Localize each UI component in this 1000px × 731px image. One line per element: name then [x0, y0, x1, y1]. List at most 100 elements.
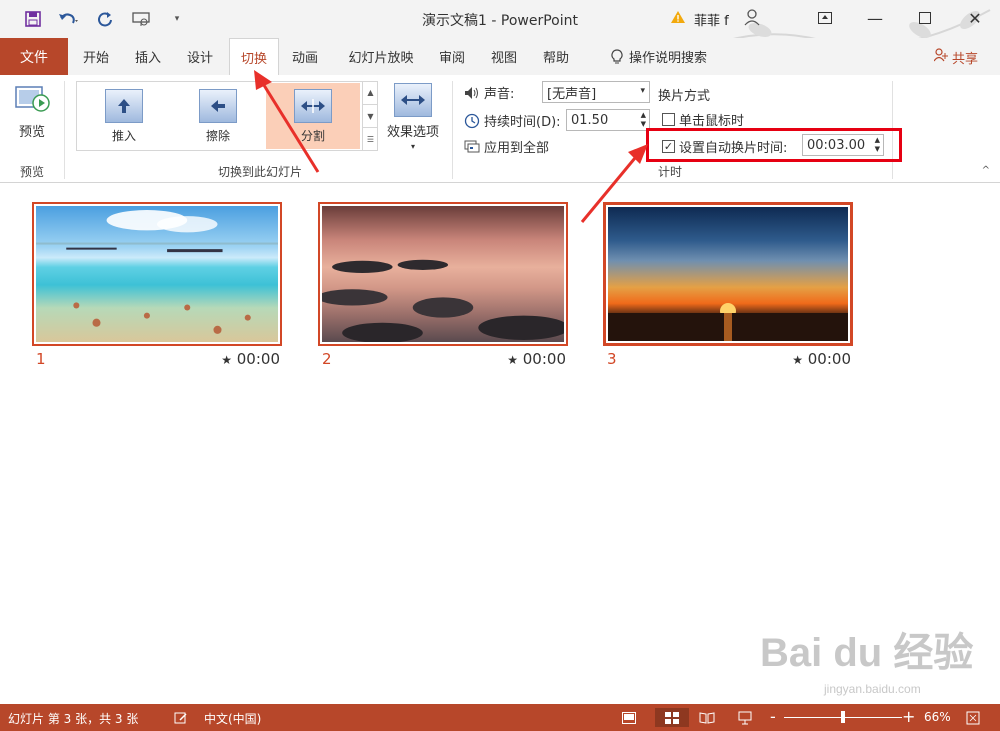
slide-frame[interactable] — [318, 202, 568, 346]
duration-stepper[interactable]: ▲ ▼ — [641, 111, 646, 129]
transition-wipe[interactable]: 擦除 — [190, 89, 246, 144]
tab-animations[interactable]: 动画 — [283, 38, 327, 75]
slide-thumbnail-selected[interactable]: 3 ★ 00:00 — [603, 202, 853, 370]
slide-frame[interactable] — [603, 202, 853, 346]
push-icon — [105, 89, 143, 123]
tab-review[interactable]: 审阅 — [432, 38, 472, 75]
transition-push-label: 推入 — [111, 129, 136, 143]
slide-number: 1 — [36, 350, 46, 368]
on-click-label: 单击鼠标时 — [679, 114, 745, 129]
user-name[interactable]: 菲菲 f — [694, 10, 729, 29]
tell-me-label: 操作说明搜索 — [628, 51, 707, 66]
tab-home[interactable]: 开始 — [74, 38, 118, 75]
tab-slideshow[interactable]: 幻灯片放映 — [336, 38, 426, 75]
preview-button-label: 预览 — [18, 125, 45, 140]
share-label: 共享 — [951, 52, 978, 67]
effect-options-button[interactable]: 效果选项 ▾ — [382, 83, 444, 151]
slide-frame[interactable] — [32, 202, 282, 346]
ribbon-display-icon[interactable] — [800, 0, 850, 36]
tab-design[interactable]: 设计 — [178, 38, 222, 75]
title-bar: ▾ 演示文稿1 - PowerPoint 菲菲 f — ✕ — [0, 0, 1000, 71]
group-separator — [452, 81, 453, 179]
slide-number: 2 — [322, 350, 332, 368]
slide-time: 00:00 — [807, 350, 851, 368]
avatar-icon[interactable] — [743, 8, 761, 30]
sound-label-row: 声音: — [464, 83, 514, 102]
preview-button[interactable]: 预览 — [10, 83, 54, 140]
zoom-out-button[interactable]: - — [770, 707, 776, 726]
slide-thumbnail[interactable]: 1 ★ 00:00 — [32, 202, 282, 370]
zoom-slider-thumb[interactable] — [841, 711, 845, 723]
user-area: 菲菲 f — [670, 8, 761, 30]
person-add-icon — [933, 48, 948, 62]
slide-timing: ★ 00:00 — [221, 350, 280, 368]
tab-help[interactable]: 帮助 — [536, 38, 576, 75]
highlight-box — [646, 128, 902, 162]
tab-view[interactable]: 视图 — [484, 38, 524, 75]
on-click-checkbox[interactable] — [662, 113, 675, 126]
slide-image-sunset — [608, 207, 848, 341]
chevron-down-icon: ▾ — [640, 86, 645, 96]
apply-all-button[interactable]: 应用到全部 — [464, 137, 549, 156]
slide-timing: ★ 00:00 — [507, 350, 566, 368]
transition-split[interactable]: 分割 — [266, 83, 360, 149]
language-status[interactable]: 中文(中国) — [204, 710, 261, 727]
slide-timing: ★ 00:00 — [792, 350, 851, 368]
window-controls: — ✕ — [800, 0, 1000, 36]
slide-image-rocks — [322, 206, 564, 342]
transitions-group-label: 切换到此幻灯片 — [217, 165, 302, 179]
slide-thumbnail[interactable]: 2 ★ 00:00 — [318, 202, 568, 370]
collapse-ribbon-icon[interactable]: ^ — [982, 165, 990, 176]
fit-to-window-icon[interactable] — [962, 708, 984, 727]
normal-view-icon[interactable] — [618, 708, 640, 727]
apply-all-label: 应用到全部 — [484, 141, 550, 156]
tab-file[interactable]: 文件 — [0, 38, 68, 75]
gallery-more[interactable]: ☰ — [363, 128, 378, 151]
notes-icon[interactable] — [170, 708, 192, 727]
slideshow-view-icon[interactable] — [734, 708, 756, 727]
preview-icon — [15, 86, 50, 112]
ribbon-tabs: 文件 开始 插入 设计 切换 动画 幻灯片放映 审阅 视图 帮助 操作说明搜索 … — [0, 38, 1000, 75]
transition-wipe-label: 擦除 — [205, 129, 230, 143]
minimize-button[interactable]: — — [850, 0, 900, 36]
preview-group-label: 预览 — [19, 165, 44, 179]
effect-options-label: 效果选项 — [386, 125, 439, 140]
warning-icon[interactable] — [670, 10, 686, 28]
duration-input[interactable]: 01.50 ▲ ▼ — [566, 109, 650, 131]
star-icon: ★ — [792, 353, 803, 367]
slide-number: 3 — [607, 350, 617, 368]
on-click-option[interactable]: 单击鼠标时 — [662, 110, 744, 129]
duration-value: 01.50 — [571, 112, 609, 128]
tab-insert[interactable]: 插入 — [126, 38, 170, 75]
zoom-level[interactable]: 66% — [924, 710, 951, 724]
sound-dropdown[interactable]: [无声音] ▾ — [542, 81, 650, 103]
reading-view-icon[interactable] — [696, 708, 718, 727]
slide-meta: 2 ★ 00:00 — [318, 348, 568, 370]
group-separator — [64, 81, 65, 179]
status-bar: 幻灯片 第 3 张，共 3 张 中文(中国) - + 66% — [0, 704, 1000, 731]
watermark-url: jingyan.baidu.com — [824, 682, 921, 696]
sound-value: [无声音] — [547, 86, 597, 102]
gallery-scroll-up[interactable]: ▲ — [363, 81, 378, 105]
transition-push[interactable]: 推入 — [96, 89, 152, 144]
lightbulb-icon — [611, 48, 623, 63]
slide-time: 00:00 — [236, 350, 280, 368]
share-button[interactable]: 共享 — [933, 48, 978, 67]
slide-image-beach — [36, 206, 278, 342]
wipe-icon — [199, 89, 237, 123]
transition-split-label: 分割 — [300, 129, 325, 143]
tab-transitions[interactable]: 切换 — [229, 38, 279, 75]
slide-sorter-view-icon[interactable] — [655, 708, 689, 727]
slide-meta: 1 ★ 00:00 — [32, 348, 282, 370]
tell-me-search[interactable]: 操作说明搜索 — [594, 38, 724, 75]
close-button[interactable]: ✕ — [950, 0, 1000, 36]
duration-label-row: 持续时间(D): — [464, 111, 561, 130]
star-icon: ★ — [507, 353, 518, 367]
zoom-in-button[interactable]: + — [902, 707, 915, 726]
duration-label: 持续时间(D): — [484, 115, 561, 130]
timing-group-label: 计时 — [657, 165, 682, 179]
speaker-icon — [465, 86, 478, 99]
maximize-button[interactable] — [900, 0, 950, 36]
advance-slide-title: 换片方式 — [658, 85, 710, 104]
gallery-scroll-down[interactable]: ▼ — [363, 105, 378, 129]
